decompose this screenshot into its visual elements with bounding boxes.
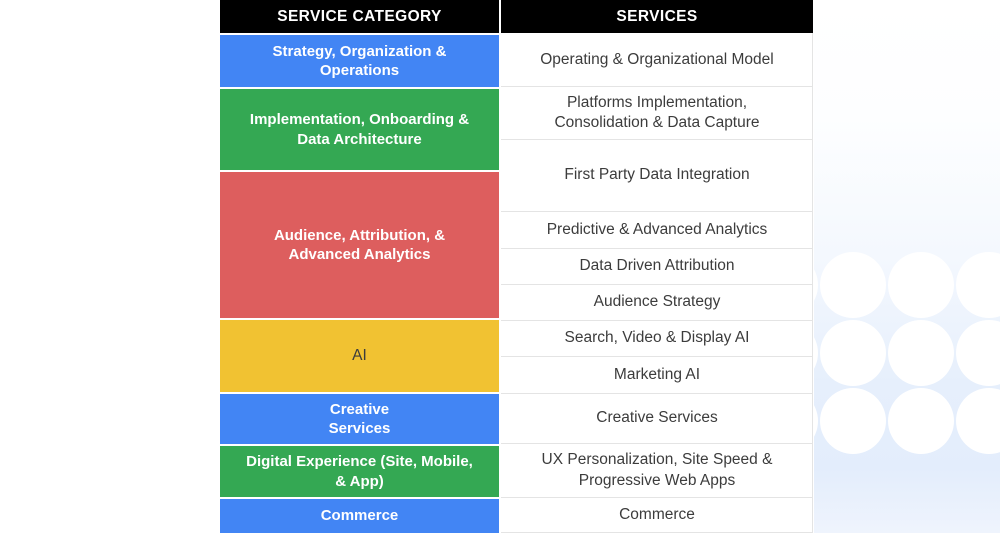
service-cell: Creative Services	[501, 394, 813, 444]
service-cell: First Party Data Integration	[501, 140, 813, 212]
category-cell-label: Digital Experience (Site, Mobile, & App)	[246, 453, 473, 490]
decor-circle	[888, 252, 954, 318]
screenshot-root: SERVICE CATEGORY SERVICES Strategy, Orga…	[0, 0, 1000, 533]
service-cell-label: First Party Data Integration	[564, 166, 750, 184]
service-cell: UX Personalization, Site Speed & Progres…	[501, 444, 813, 498]
service-category-table: SERVICE CATEGORY SERVICES Strategy, Orga…	[220, 0, 813, 533]
service-cell-label: Operating & Organizational Model	[540, 51, 774, 69]
decor-circle	[820, 252, 886, 318]
category-cell: Digital Experience (Site, Mobile, & App)	[220, 446, 499, 497]
service-cell-label: UX Personalization, Site Speed & Progres…	[541, 451, 773, 489]
service-cell: Data Driven Attribution	[501, 249, 813, 285]
service-cell-label: Commerce	[619, 505, 695, 523]
category-cell-label: Implementation, Onboarding & Data Archit…	[249, 111, 470, 148]
service-cell-label: Search, Video & Display AI	[564, 329, 750, 347]
column-divider	[499, 33, 501, 533]
category-cell-label: Commerce	[320, 507, 399, 525]
decor-circle	[956, 388, 1000, 454]
table-grid: SERVICE CATEGORY SERVICES Strategy, Orga…	[220, 0, 813, 533]
service-cell-label: Predictive & Advanced Analytics	[546, 220, 768, 238]
decor-circle	[814, 388, 818, 454]
decor-circle	[956, 320, 1000, 386]
table-header-services: SERVICES	[501, 0, 813, 33]
service-cell-label: Creative Services	[596, 409, 718, 427]
service-cell: Predictive & Advanced Analytics	[501, 212, 813, 249]
service-cell: Search, Video & Display AI	[501, 321, 813, 357]
decor-circle	[820, 320, 886, 386]
category-cell-label: Creative Services	[328, 400, 391, 437]
service-cell-label: Marketing AI	[613, 365, 701, 383]
service-cell-label: Audience Strategy	[593, 293, 721, 311]
service-cell: Operating & Organizational Model	[501, 35, 813, 87]
category-cell: Implementation, Onboarding & Data Archit…	[220, 89, 499, 170]
category-cell-label: Strategy, Organization & Operations	[272, 42, 447, 79]
service-cell: Audience Strategy	[501, 285, 813, 321]
decorative-circle-pattern	[814, 0, 1000, 533]
decor-circle	[888, 388, 954, 454]
decor-circle	[956, 252, 1000, 318]
service-cell: Commerce	[501, 498, 813, 533]
category-cell-label: Audience, Attribution, & Advanced Analyt…	[273, 226, 446, 263]
decor-circle	[814, 320, 818, 386]
category-cell: Strategy, Organization & Operations	[220, 35, 499, 87]
service-cell-label: Data Driven Attribution	[579, 257, 735, 275]
category-cell: Audience, Attribution, & Advanced Analyt…	[220, 172, 499, 318]
service-cell: Marketing AI	[501, 357, 813, 394]
decor-circle	[888, 320, 954, 386]
decor-circle	[814, 252, 818, 318]
category-cell: Creative Services	[220, 394, 499, 444]
table-header-service-category: SERVICE CATEGORY	[220, 0, 499, 33]
table-right-edge	[812, 33, 813, 533]
category-cell: Commerce	[220, 499, 499, 533]
category-cell: AI	[220, 320, 499, 392]
service-cell-label: Platforms Implementation, Consolidation …	[554, 93, 760, 131]
decor-circle	[820, 388, 886, 454]
category-cell-label: AI	[352, 347, 367, 365]
service-cell: Platforms Implementation, Consolidation …	[501, 87, 813, 140]
